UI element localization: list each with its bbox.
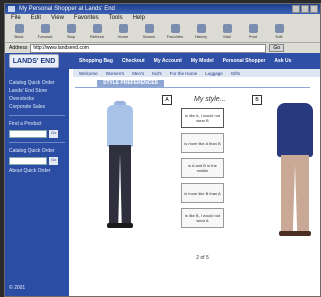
site-header: LANDS' END Shopping Bag Checkout My Acco… xyxy=(5,53,320,69)
browser-icon xyxy=(8,6,15,12)
copyright: © 2001 xyxy=(9,285,26,291)
my-style-heading: My style... xyxy=(194,96,226,103)
refresh-icon xyxy=(92,24,102,33)
edit-button[interactable]: Edit xyxy=(269,24,289,42)
search-icon xyxy=(144,24,154,33)
find-product-go[interactable]: Go xyxy=(49,130,59,138)
site-logo[interactable]: LANDS' END xyxy=(9,54,59,68)
home-icon xyxy=(118,24,128,33)
window-title: My Personal Shopper at Lands' End xyxy=(19,6,115,12)
menu-favorites[interactable]: Favorites xyxy=(74,14,99,23)
find-product-input[interactable] xyxy=(9,130,47,138)
choice-more-a[interactable]: is more like A than B xyxy=(181,133,224,153)
subnav-home[interactable]: For the Home xyxy=(170,71,198,76)
nav-my-account[interactable]: My Account xyxy=(154,58,182,64)
outfit-a-shoes xyxy=(107,223,133,228)
mail-button[interactable]: Mail xyxy=(217,24,237,42)
section-divider xyxy=(75,87,310,88)
minimize-button[interactable] xyxy=(292,5,300,13)
choice-like-b[interactable]: is like B, I would not wear A xyxy=(181,208,224,228)
nav-personal-shopper[interactable]: Personal Shopper xyxy=(223,58,266,64)
address-label: Address xyxy=(9,45,28,51)
menu-view[interactable]: View xyxy=(51,14,64,23)
menu-edit[interactable]: Edit xyxy=(31,14,41,23)
outfit-b-pants xyxy=(281,155,309,233)
back-icon xyxy=(14,24,24,33)
print-icon xyxy=(248,24,258,33)
forward-icon xyxy=(40,24,50,33)
outfit-b-sweater xyxy=(277,103,313,157)
browser-window: My Personal Shopper at Lands' End File E… xyxy=(4,3,321,297)
search-button[interactable]: Search xyxy=(139,24,159,42)
print-button[interactable]: Print xyxy=(243,24,263,42)
catalog-order-input[interactable] xyxy=(9,157,47,165)
outfit-b-shoes xyxy=(279,231,311,236)
sidebar: Catalog Quick Order Lands' End Store Ove… xyxy=(5,69,69,296)
history-button[interactable]: History xyxy=(191,24,211,42)
subnav-womens[interactable]: Women's xyxy=(106,71,125,76)
toolbar: Back Forward Stop Refresh Home Search Fa… xyxy=(5,23,320,43)
outfit-a-shirt xyxy=(107,105,133,147)
subnav-gifts[interactable]: Gifts xyxy=(231,71,240,76)
nav-ask-us[interactable]: Ask Us xyxy=(274,58,291,64)
catalog-order-go[interactable]: Go xyxy=(49,157,59,165)
edit-icon xyxy=(274,24,284,33)
favorites-button[interactable]: Favorites xyxy=(165,24,185,42)
address-input[interactable] xyxy=(30,43,267,53)
maximize-button[interactable] xyxy=(301,5,309,13)
menu-tools[interactable]: Tools xyxy=(109,14,123,23)
go-button[interactable]: Go xyxy=(269,44,285,52)
sidebar-divider xyxy=(9,142,65,143)
choice-like-a[interactable]: is like A, I would not wear B xyxy=(181,108,224,128)
catalog-order-about-link[interactable]: About Quick Order xyxy=(5,167,69,175)
menu-bar: File Edit View Favorites Tools Help xyxy=(5,14,320,23)
stop-button[interactable]: Stop xyxy=(61,24,81,42)
home-button[interactable]: Home xyxy=(113,24,133,42)
nav-shopping-bag[interactable]: Shopping Bag xyxy=(79,58,113,64)
outfit-a-pants xyxy=(109,145,131,225)
sidebar-link-corporate[interactable]: Corporate Sales xyxy=(5,103,69,111)
outfit-a-badge: A xyxy=(162,95,172,105)
catalog-order-field: Go xyxy=(9,157,65,165)
refresh-button[interactable]: Refresh xyxy=(87,24,107,42)
page-count: 2 of 5 xyxy=(196,255,209,261)
subnav-welcome[interactable]: Welcome xyxy=(79,71,98,76)
sidebar-link-overstocks[interactable]: Overstocks xyxy=(5,95,69,103)
section-title: STYLE PREFERENCES xyxy=(97,80,165,87)
forward-button[interactable]: Forward xyxy=(35,24,55,42)
outfit-b-badge: B xyxy=(252,95,262,105)
menu-help[interactable]: Help xyxy=(133,14,145,23)
menu-file[interactable]: File xyxy=(11,14,21,23)
close-button[interactable] xyxy=(310,5,318,13)
find-product-label: Find a Product xyxy=(9,121,42,127)
back-button[interactable]: Back xyxy=(9,24,29,42)
favorites-icon xyxy=(170,24,180,33)
find-product-field: Go xyxy=(9,130,65,138)
nav-my-model[interactable]: My Model xyxy=(191,58,214,64)
choice-middle[interactable]: is A and B in the middle xyxy=(181,158,224,178)
stop-icon xyxy=(66,24,76,33)
main-content: STYLE PREFERENCES A My style... B is lik… xyxy=(69,77,320,296)
web-page: LANDS' END Shopping Bag Checkout My Acco… xyxy=(5,53,320,296)
sidebar-divider xyxy=(9,115,65,116)
nav-checkout[interactable]: Checkout xyxy=(122,58,145,64)
sidebar-link-quick-order[interactable]: Catalog Quick Order xyxy=(5,79,69,87)
sub-nav: Welcome Women's Men's Kid's For the Home… xyxy=(73,69,320,77)
subnav-luggage[interactable]: Luggage xyxy=(205,71,223,76)
top-nav: Shopping Bag Checkout My Account My Mode… xyxy=(79,58,291,64)
history-icon xyxy=(196,24,206,33)
title-bar: My Personal Shopper at Lands' End xyxy=(5,4,320,14)
sidebar-link-store[interactable]: Lands' End Store xyxy=(5,87,69,95)
catalog-order-label: Catalog Quick Order xyxy=(9,148,55,154)
subnav-kids[interactable]: Kid's xyxy=(152,71,162,76)
choice-more-b[interactable]: is more like B than A xyxy=(181,183,224,203)
subnav-mens[interactable]: Men's xyxy=(132,71,144,76)
mail-icon xyxy=(222,24,232,33)
